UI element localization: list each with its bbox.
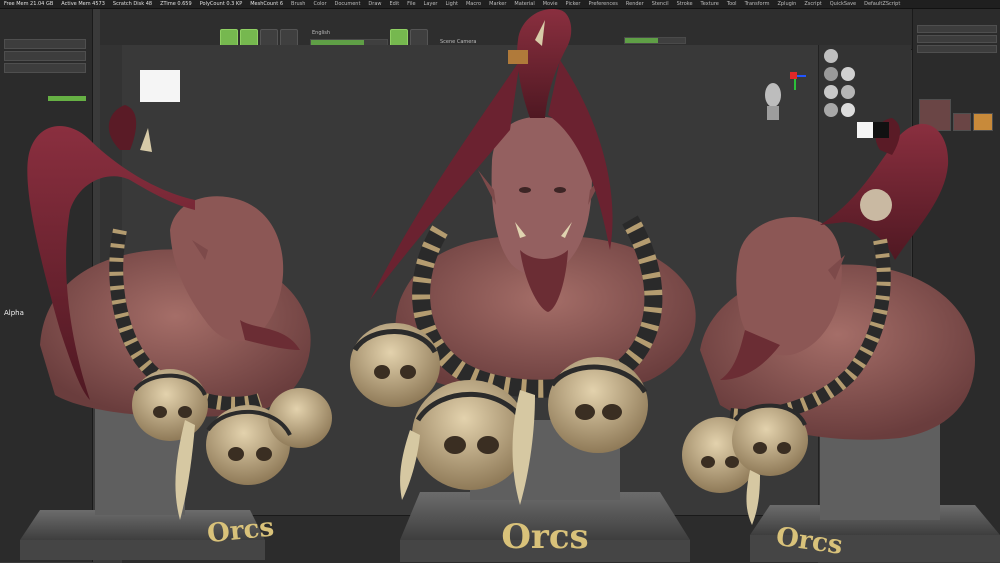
orc-render: Orcs Orcs Orcs — [20, 9, 1000, 562]
head-gizmo-icon[interactable] — [765, 83, 781, 120]
orc-bust-left: Orcs — [20, 105, 332, 560]
orc-bust-right: Orcs — [682, 118, 1000, 562]
axis-gizmo-icon — [790, 72, 806, 90]
orcs-label-center: Orcs — [501, 517, 588, 557]
orc-bust-center: Orcs — [350, 9, 696, 562]
color-swatch[interactable] — [140, 70, 180, 102]
